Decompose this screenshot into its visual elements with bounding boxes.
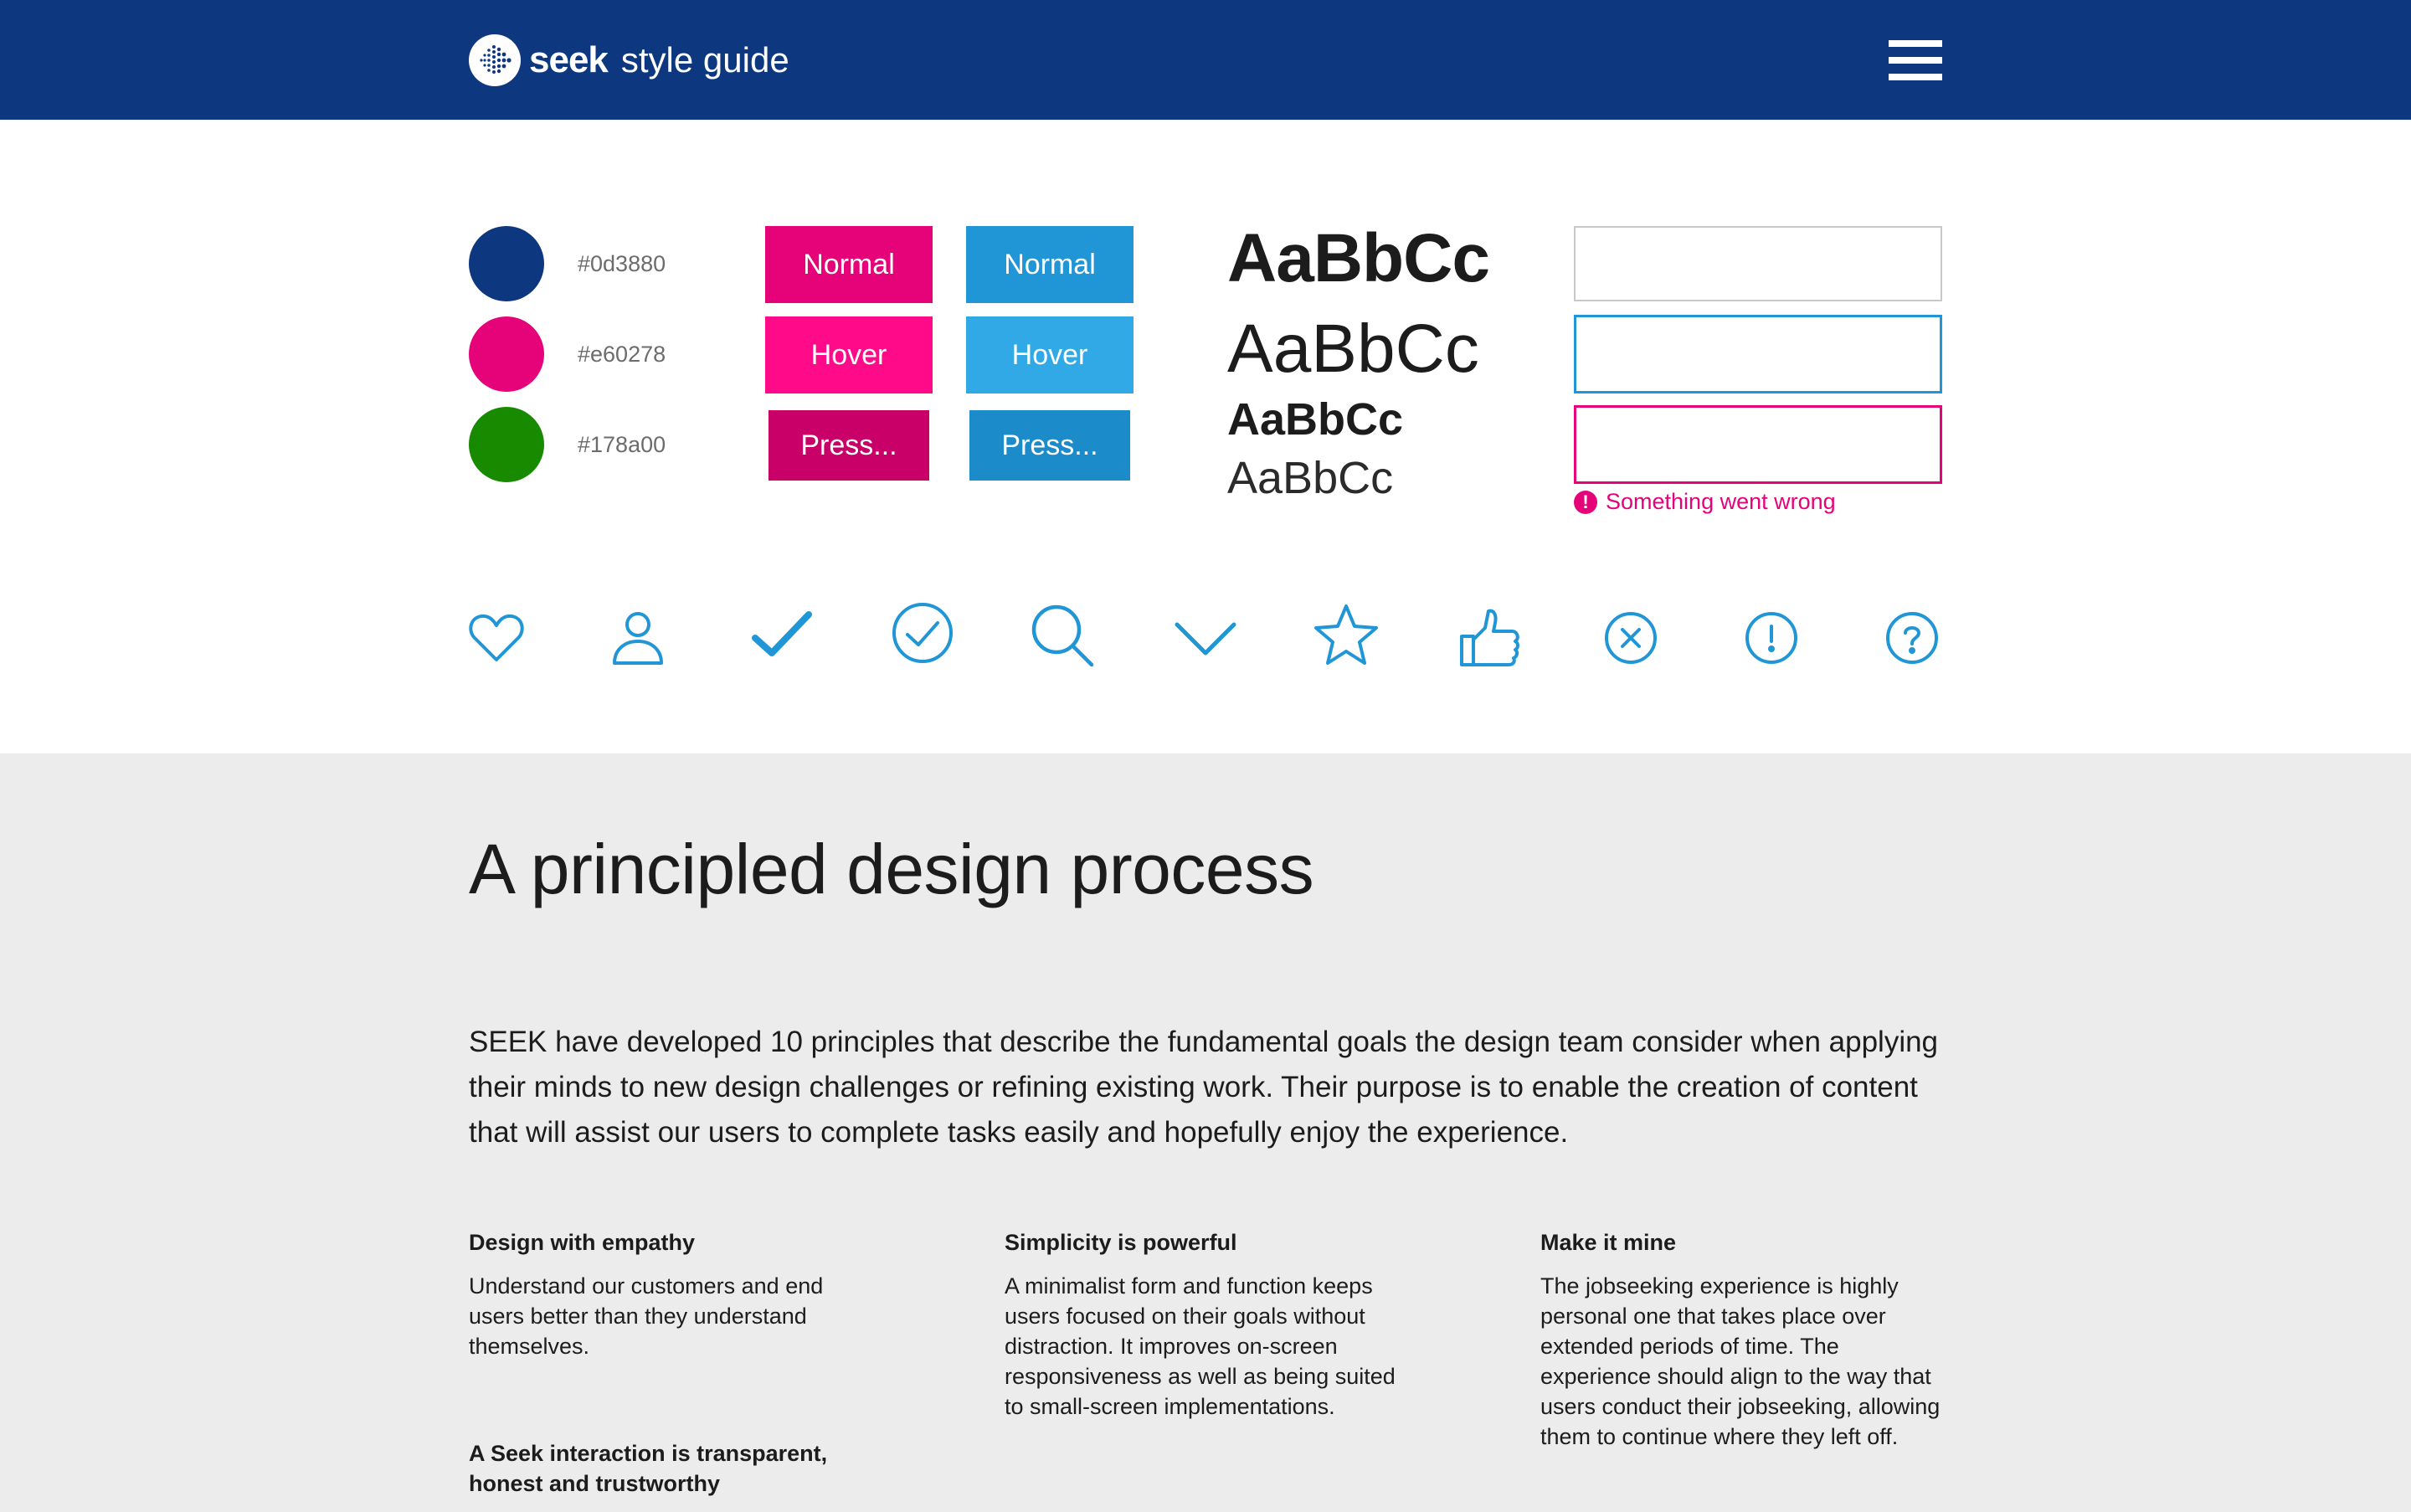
text-field-focused[interactable] [1574,315,1942,393]
pink-button-pressed[interactable]: Press... [769,410,929,481]
heart-icon [463,603,530,670]
section-title: A principled design process [469,830,1314,908]
principle-body: Understand our customers and end users b… [469,1273,824,1359]
principle-card: Make it mine The jobseeking experience i… [1540,1227,1942,1452]
principle-card: A Seek interaction is transparent, hones… [469,1438,871,1512]
help-circle-icon [1879,603,1946,670]
chevron-down-icon [1172,603,1239,670]
thumbs-up-icon [1457,603,1524,670]
type-sample-subheading-bold: AaBbCc [1227,394,1404,445]
color-swatch-label: #e60278 [578,342,666,367]
principle-title: Simplicity is powerful [1005,1230,1237,1255]
color-swatch-label: #178a00 [578,432,666,457]
type-sample-heading-bold: AaBbCc [1227,220,1490,296]
pink-button-hover[interactable]: Hover [765,316,933,393]
alert-icon: ! [1574,490,1597,514]
color-swatch-green [469,407,544,482]
logo-subtitle: style guide [620,40,789,80]
color-swatch-label: #0d3880 [578,251,666,276]
color-swatch-pink [469,316,544,392]
principle-card: Design with empathy Understand our custo… [469,1227,871,1361]
alert-circle-icon [1738,603,1805,670]
principle-title: Design with empathy [469,1230,696,1255]
error-text: Something went wrong [1606,489,1836,514]
field-error-message: ! Something went wrong [1574,489,1836,515]
text-field-default[interactable] [1574,226,1942,301]
hamburger-menu-icon[interactable] [1889,40,1942,80]
text-field-error[interactable] [1574,405,1942,484]
star-icon [1313,603,1380,670]
principle-card: Simplicity is powerful A minimalist form… [1005,1227,1406,1422]
search-icon [1030,603,1097,670]
blue-button-hover[interactable]: Hover [966,316,1134,393]
blue-button-normal[interactable]: Normal [966,226,1134,303]
type-sample-heading-regular: AaBbCc [1227,311,1479,387]
site-header: seek style guide [0,0,2411,120]
principle-body: The jobseeking experience is highly pers… [1540,1273,1941,1449]
blue-button-pressed[interactable]: Press... [969,410,1130,481]
cross-circle-icon [1597,603,1664,670]
seek-logo-icon [469,34,521,86]
color-swatch-blue [469,226,544,301]
principle-title: A Seek interaction is transparent, hones… [469,1441,828,1496]
tick-circle-icon [889,603,956,670]
user-icon [604,603,671,670]
principle-body: A minimalist form and function keeps use… [1005,1273,1396,1419]
type-sample-subheading-regular: AaBbCc [1227,453,1394,503]
tick-icon [748,603,815,670]
logo-wordmark: seek [529,39,609,80]
pink-button-normal[interactable]: Normal [765,226,933,303]
section-intro: SEEK have developed 10 principles that d… [469,1026,1939,1149]
logo-link[interactable]: seek style guide [469,33,789,87]
principle-title: Make it mine [1540,1230,1677,1255]
